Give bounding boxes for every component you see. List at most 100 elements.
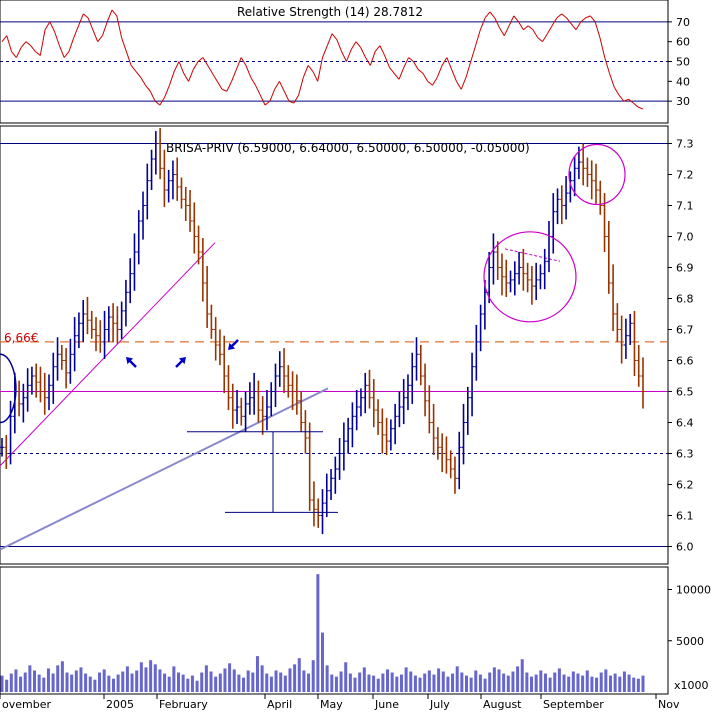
- volume-bar: [172, 666, 176, 692]
- volume-bar: [339, 671, 343, 692]
- price-tick-label: 6.3: [676, 448, 694, 461]
- volume-bar: [163, 673, 167, 692]
- volume-bar: [153, 664, 157, 692]
- volume-bar: [135, 670, 139, 692]
- volume-bar: [474, 670, 478, 692]
- volume-bar: [548, 677, 552, 692]
- volume-bar: [599, 672, 603, 692]
- volume-bar: [269, 676, 273, 692]
- volume-bar: [344, 662, 348, 692]
- volume-bar: [274, 670, 278, 692]
- volume-bar: [307, 673, 311, 692]
- x-tick-label: April: [267, 698, 292, 711]
- volume-bar: [325, 665, 329, 692]
- volume-bar: [437, 668, 441, 692]
- volume-bar: [520, 659, 524, 692]
- volume-bar: [632, 677, 636, 692]
- x-tick-label: May: [320, 698, 343, 711]
- volume-bar: [237, 674, 241, 692]
- volume-bar: [534, 674, 538, 692]
- price-tick-label: 6.2: [676, 479, 694, 492]
- volume-bar: [595, 677, 599, 692]
- x-tick-label: June: [374, 698, 399, 711]
- volume-bar: [627, 674, 631, 692]
- volume-bar: [84, 673, 88, 692]
- volume-bar: [195, 680, 199, 692]
- price-tick-label: 6.7: [676, 324, 694, 337]
- volume-bar: [348, 673, 352, 692]
- volume-bar: [483, 678, 487, 692]
- volume-bar: [516, 666, 520, 692]
- volume-bar: [181, 674, 185, 692]
- volume-bar: [79, 667, 83, 692]
- volume-bar: [390, 672, 394, 692]
- volume-bar: [451, 673, 455, 692]
- volume-bar: [56, 665, 60, 692]
- x-tick-label: ovember: [2, 698, 51, 711]
- price-tick-label: 6.0: [676, 541, 694, 554]
- volume-bar: [9, 673, 13, 692]
- volume-bar: [74, 670, 78, 692]
- volume-bar: [585, 670, 589, 692]
- volume-bar: [204, 665, 208, 692]
- volume-bar: [446, 676, 450, 692]
- volume-bar: [265, 673, 269, 692]
- volume-bar: [5, 679, 9, 692]
- volume-bar: [488, 672, 492, 692]
- volume-bar: [478, 674, 482, 692]
- volume-bar: [581, 675, 585, 692]
- x-tick-label: July: [429, 698, 450, 711]
- volume-bar: [190, 675, 194, 692]
- volume-bar: [576, 673, 580, 692]
- volume-bar: [246, 670, 250, 692]
- volume-bar: [251, 672, 255, 692]
- volume-bar: [386, 669, 390, 692]
- volume-bar: [413, 675, 417, 692]
- volume-bar: [367, 674, 371, 692]
- rsi-title: Relative Strength (14) 28.7812: [237, 5, 423, 19]
- volume-bar: [427, 670, 431, 692]
- volume-bar: [46, 668, 50, 692]
- volume-bar: [144, 667, 148, 692]
- volume-bar: [223, 668, 227, 692]
- volume-bar: [464, 675, 468, 692]
- volume-bar: [358, 672, 362, 692]
- volume-bar: [334, 676, 338, 692]
- volume-bar: [65, 672, 69, 692]
- volume-bar: [218, 673, 222, 692]
- volume-bar: [376, 678, 380, 692]
- volume-bar: [93, 679, 97, 692]
- x-tick-label: September: [543, 698, 604, 711]
- volume-bar: [297, 658, 301, 692]
- volume-bar: [353, 677, 357, 692]
- volume-bar: [395, 676, 399, 692]
- volume-bar: [636, 678, 640, 692]
- volume-bar: [28, 665, 32, 692]
- price-tick-label: 6.9: [676, 262, 694, 275]
- volume-bar: [530, 676, 534, 692]
- volume-tick-label: 10000: [676, 584, 711, 597]
- volume-bar: [330, 674, 334, 692]
- volume-bar: [232, 669, 236, 692]
- price-tick-label: 6.8: [676, 293, 694, 306]
- volume-bar: [455, 666, 459, 692]
- x-tick-label: February: [159, 698, 208, 711]
- volume-bar: [102, 669, 106, 692]
- volume-bar: [590, 676, 594, 692]
- price-tick-label: 6.1: [676, 510, 694, 523]
- volume-bar: [149, 660, 153, 692]
- price-title: BRISA-PRIV (6.59000, 6.64000, 6.50000, 6…: [166, 141, 530, 155]
- price-tick-label: 6.4: [676, 417, 694, 430]
- volume-bar: [381, 673, 385, 692]
- price-tick-label: 6.6: [676, 355, 694, 368]
- volume-bar: [116, 674, 120, 692]
- rsi-tick-label: 40: [676, 75, 690, 88]
- volume-bar: [14, 669, 18, 692]
- volume-bar: [460, 672, 464, 692]
- volume-bar: [293, 664, 297, 692]
- volume-bar: [177, 672, 181, 692]
- volume-bar: [557, 668, 561, 692]
- x-tick-label: August: [483, 698, 522, 711]
- volume-bar: [88, 676, 92, 692]
- level-annotation: 6,66€: [4, 331, 38, 345]
